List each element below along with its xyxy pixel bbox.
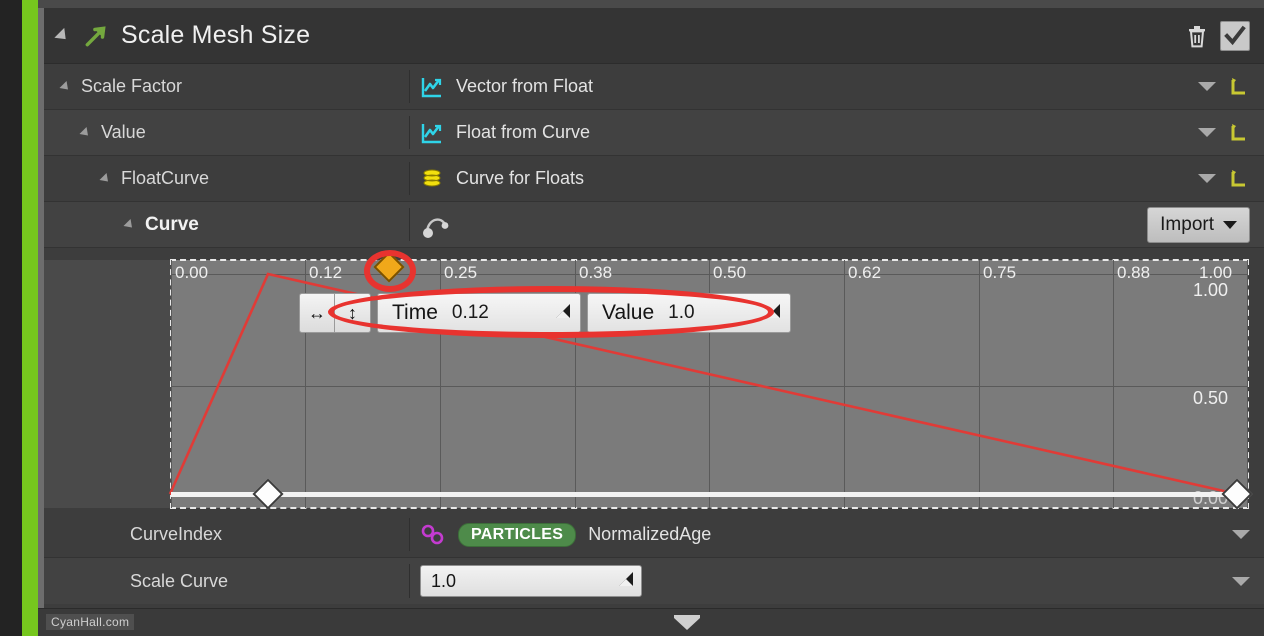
collapse-triangle-icon[interactable] xyxy=(54,27,71,44)
property-label: Value xyxy=(101,122,146,142)
chevron-down-icon[interactable] xyxy=(1232,576,1250,586)
property-row-floatcurve[interactable]: FloatCurve Curve for Floats xyxy=(44,156,1264,202)
row-label-cell: Scale Curve xyxy=(44,558,410,604)
link-chain-icon xyxy=(421,524,444,544)
import-button[interactable]: Import xyxy=(1147,206,1250,243)
property-row-curveindex[interactable]: CurveIndex PARTICLES NormalizedAge xyxy=(44,512,1264,558)
row-end-controls xyxy=(1198,122,1264,144)
property-value: Vector from Float xyxy=(456,76,594,96)
chevron-down-icon[interactable] xyxy=(1198,82,1216,91)
module-header[interactable]: Scale Mesh Size xyxy=(44,8,1264,64)
distribution-curve-icon xyxy=(421,77,442,97)
curve-editor-left-band xyxy=(44,260,171,508)
chevron-down-icon xyxy=(1223,220,1237,229)
property-row-scale-factor[interactable]: Scale Factor Vector from Float xyxy=(44,64,1264,110)
chevron-down-icon[interactable] xyxy=(1232,530,1250,539)
expand-triangle-icon[interactable] xyxy=(59,80,72,93)
row-value-cell[interactable]: Import xyxy=(410,202,1264,247)
curve-nodes-icon xyxy=(423,217,449,238)
row-value-cell[interactable]: Curve for Floats xyxy=(410,156,1264,201)
checked-checkbox-icon xyxy=(1224,25,1246,45)
scale-mesh-size-panel: Scale Mesh Size Scale Factor Vector from… xyxy=(44,8,1264,616)
row-end-controls xyxy=(1198,168,1264,190)
row-end-controls xyxy=(1232,576,1250,586)
import-button-label: Import xyxy=(1160,213,1214,235)
property-label: Curve xyxy=(145,213,199,235)
property-label: CurveIndex xyxy=(130,524,223,544)
value-field-label: Value xyxy=(602,301,655,324)
distribution-curve-icon xyxy=(421,123,442,143)
panel-top-strip xyxy=(38,0,1264,8)
scale-curve-input[interactable]: 1.0 xyxy=(420,565,642,597)
module-accent-bar xyxy=(22,0,38,636)
property-label: Scale Factor xyxy=(81,76,183,96)
property-label: FloatCurve xyxy=(121,168,210,188)
reset-arrow-icon[interactable] xyxy=(1228,122,1250,144)
collapse-chevron-icon[interactable] xyxy=(674,618,700,630)
watermark: CyanHall.com xyxy=(46,614,135,630)
expand-triangle-icon[interactable] xyxy=(123,218,136,231)
window-left-edge xyxy=(0,0,22,636)
drag-corner-icon[interactable] xyxy=(617,570,635,593)
property-row-value[interactable]: Value Float from Curve xyxy=(44,110,1264,156)
chevron-down-icon[interactable] xyxy=(1198,128,1216,137)
row-label-cell: FloatCurve xyxy=(44,156,410,201)
property-value: Float from Curve xyxy=(456,122,591,142)
property-value: Curve for Floats xyxy=(456,168,585,188)
row-end-controls xyxy=(1232,530,1250,539)
horizontal-resize-icon[interactable]: ↔ xyxy=(299,293,335,333)
row-label-cell: Value xyxy=(44,110,410,155)
scale-curve-value: 1.0 xyxy=(431,570,457,591)
property-row-curve[interactable]: Curve Import xyxy=(44,202,1264,248)
reset-arrow-icon[interactable] xyxy=(1228,168,1250,190)
curve-zero-baseline xyxy=(171,492,1248,497)
expand-triangle-icon[interactable] xyxy=(79,126,92,139)
database-stack-icon xyxy=(423,169,441,186)
module-enabled-checkbox[interactable] xyxy=(1220,20,1250,51)
row-value-cell[interactable]: Float from Curve xyxy=(410,110,1264,155)
expand-triangle-icon[interactable] xyxy=(99,172,112,185)
time-field[interactable]: Time 0.12 xyxy=(377,293,581,333)
row-value-cell[interactable]: PARTICLES NormalizedAge xyxy=(410,512,1264,557)
property-value: NormalizedAge xyxy=(588,524,712,544)
vertical-resize-icon[interactable]: ↕ xyxy=(335,293,371,333)
time-field-label: Time xyxy=(392,301,438,324)
status-bar: CyanHall.com xyxy=(38,608,1264,636)
row-value-cell[interactable]: Vector from Float xyxy=(410,64,1264,109)
reset-arrow-icon[interactable] xyxy=(1228,76,1250,98)
row-label-cell: Curve xyxy=(44,202,410,247)
green-arrow-icon xyxy=(85,25,106,46)
row-end-controls xyxy=(1198,76,1264,98)
trash-icon xyxy=(1189,25,1205,47)
time-field-value: 0.12 xyxy=(451,302,489,323)
delete-module-button[interactable] xyxy=(1180,19,1214,53)
row-value-cell[interactable]: 1.0 xyxy=(410,558,1264,604)
row-label-cell: Scale Factor xyxy=(44,64,410,109)
curve-editor[interactable]: 1.00 0.50 0.00 0.00 0.12 0.25 xyxy=(44,250,1264,512)
property-row-scale-curve[interactable]: Scale Curve 1.0 xyxy=(44,558,1264,604)
value-field-value: 1.0 xyxy=(668,302,695,323)
app-root: Scale Mesh Size Scale Factor Vector from… xyxy=(0,0,1264,636)
chevron-down-icon[interactable] xyxy=(1198,174,1216,183)
page-title: Scale Mesh Size xyxy=(121,21,311,49)
key-edit-popup[interactable]: ↔ ↕ Time 0.12 Value 1.0 xyxy=(299,293,791,333)
row-label-cell: CurveIndex xyxy=(44,512,410,557)
property-label: Scale Curve xyxy=(130,570,229,591)
drag-corner-icon[interactable] xyxy=(526,302,572,325)
value-field[interactable]: Value 1.0 xyxy=(587,293,791,333)
drag-corner-icon[interactable] xyxy=(736,302,782,325)
status-badge: PARTICLES xyxy=(458,522,577,547)
